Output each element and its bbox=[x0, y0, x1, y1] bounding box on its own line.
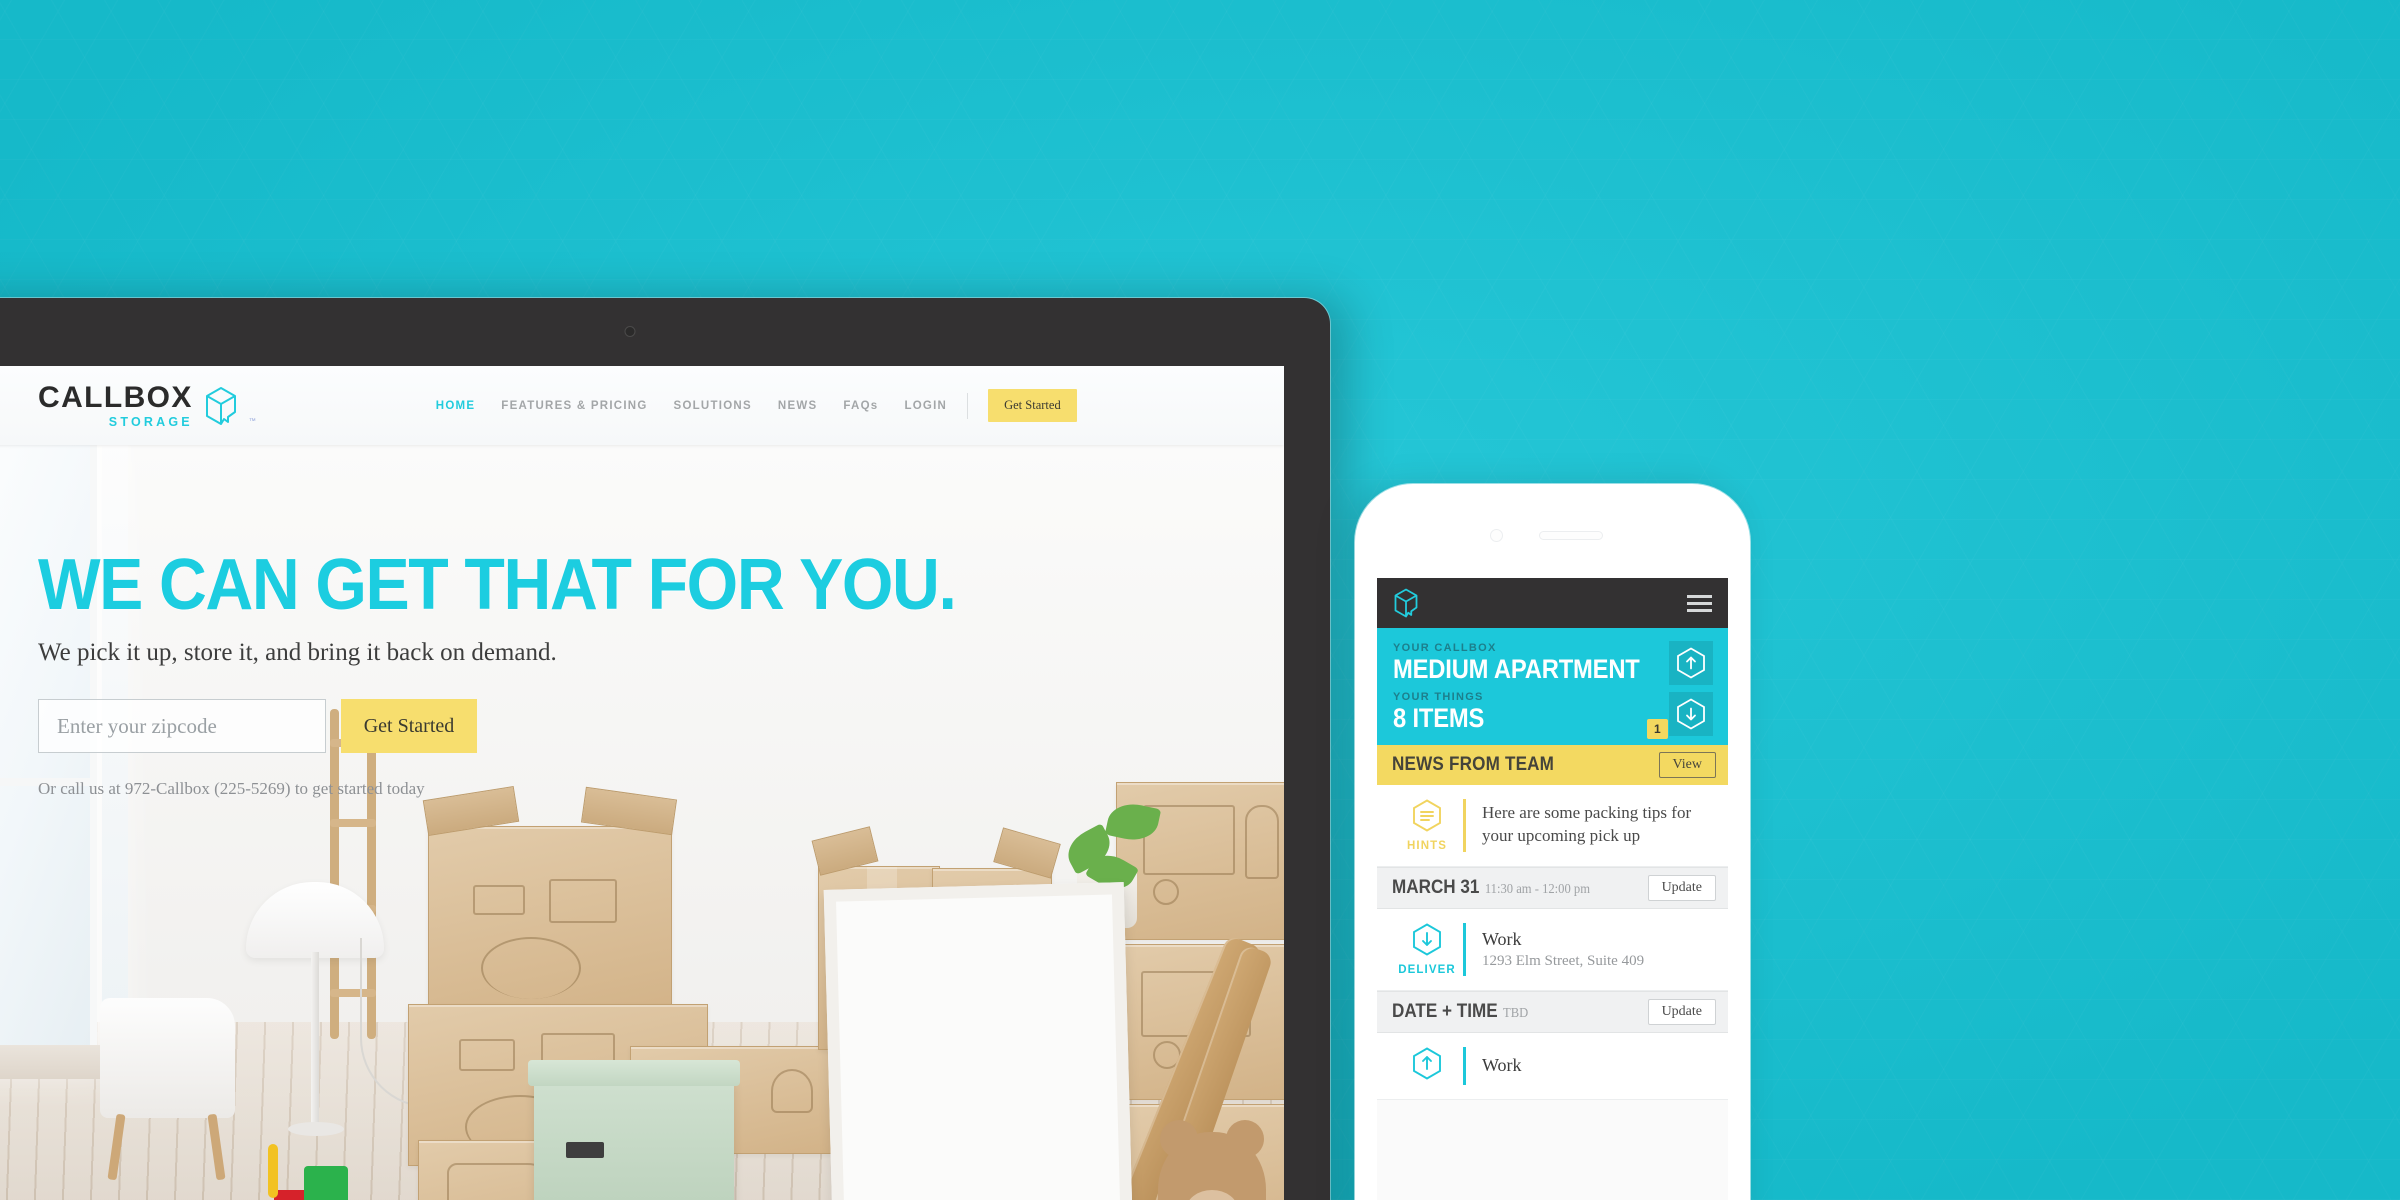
nav-get-started-button[interactable]: Get Started bbox=[988, 389, 1077, 422]
hex-arrow-down-button[interactable]: 1 bbox=[1647, 692, 1713, 739]
news-hint-row[interactable]: HINTS Here are some packing tips for you… bbox=[1377, 784, 1728, 867]
laptop-device-mockup: CALLBOX STORAGE ™ HOME FEATURES & PRICIN… bbox=[0, 298, 1330, 1200]
row-separator bbox=[1463, 922, 1466, 976]
hints-icon-group: HINTS bbox=[1391, 799, 1463, 852]
section-date: MARCH 31 bbox=[1392, 876, 1480, 898]
row-separator bbox=[1463, 798, 1466, 852]
nav-links: HOME FEATURES & PRICING SOLUTIONS NEWS F… bbox=[436, 400, 947, 412]
your-callbox-label: YOUR CALLBOX bbox=[1393, 642, 1497, 654]
hero-copy: WE CAN GET THAT FOR YOU. We pick it up, … bbox=[38, 545, 1035, 799]
hint-text: Here are some packing tips for your upco… bbox=[1482, 803, 1692, 846]
hex-arrow-up-icon bbox=[1413, 1047, 1441, 1080]
nav-link-login[interactable]: LOGIN bbox=[904, 400, 947, 412]
section-bar-march-31: MARCH 31 11:30 am - 12:00 pm Update bbox=[1377, 866, 1728, 909]
phone-screen: YOUR CALLBOX MEDIUM APARTMENT YOUR THING… bbox=[1377, 578, 1728, 1200]
app-top-bar bbox=[1377, 578, 1728, 628]
pending-count-badge: 1 bbox=[1647, 719, 1668, 739]
news-title: NEWS FROM TEAM bbox=[1392, 753, 1555, 775]
update-button[interactable]: Update bbox=[1647, 998, 1716, 1025]
brand-name: CALLBOX bbox=[38, 380, 193, 414]
location-name: Work bbox=[1482, 1055, 1522, 1076]
news-view-button[interactable]: View bbox=[1658, 751, 1716, 778]
hero-section: WE CAN GET THAT FOR YOU. We pick it up, … bbox=[0, 445, 1284, 1200]
hero-phone-note: Or call us at 972-Callbox (225-5269) to … bbox=[38, 779, 425, 799]
phone-camera-icon bbox=[1489, 529, 1503, 542]
deliver-label: DELIVER bbox=[1398, 963, 1456, 976]
nav-link-solutions[interactable]: SOLUTIONS bbox=[674, 400, 752, 412]
hint-body: Here are some packing tips for your upco… bbox=[1482, 802, 1714, 848]
news-from-team-bar: NEWS FROM TEAM View bbox=[1377, 744, 1728, 785]
phone-speaker-grille bbox=[1538, 531, 1603, 540]
section-time: TBD bbox=[1503, 1005, 1529, 1021]
teddy-bear bbox=[1158, 1120, 1266, 1200]
brand-subtitle: STORAGE bbox=[108, 414, 193, 429]
nav-divider bbox=[967, 392, 969, 419]
row-separator bbox=[1463, 1046, 1466, 1085]
cube-box-logo-icon bbox=[205, 387, 236, 426]
your-callbox-panel: YOUR CALLBOX MEDIUM APARTMENT YOUR THING… bbox=[1377, 628, 1728, 745]
hex-arrow-down-icon bbox=[1677, 698, 1705, 730]
green-storage-bin bbox=[528, 1060, 740, 1200]
nav-link-home[interactable]: HOME bbox=[436, 400, 476, 412]
your-things-label: YOUR THINGS bbox=[1393, 691, 1484, 704]
section-title: DATE + TIME TBD bbox=[1392, 1001, 1528, 1023]
pickup-row[interactable]: Work bbox=[1377, 1032, 1728, 1100]
section-title: MARCH 31 11:30 am - 12:00 pm bbox=[1392, 877, 1590, 899]
hero-subtitle: We pick it up, store it, and bring it ba… bbox=[38, 639, 557, 667]
hero-title: WE CAN GET THAT FOR YOU. bbox=[38, 545, 957, 625]
laptop-camera-icon bbox=[624, 326, 636, 337]
framed-canvas bbox=[823, 882, 1133, 1200]
site-navigation-bar: CALLBOX STORAGE ™ HOME FEATURES & PRICIN… bbox=[0, 366, 1284, 445]
section-time: 11:30 am - 12:00 pm bbox=[1484, 881, 1591, 897]
section-bar-date-time: DATE + TIME TBD Update bbox=[1377, 990, 1728, 1033]
cardboard-box bbox=[422, 786, 678, 1022]
hex-arrow-up-icon bbox=[1677, 647, 1705, 679]
hex-arrow-up-button[interactable] bbox=[1669, 641, 1713, 685]
hero-zipcode-form: Get Started bbox=[38, 699, 1035, 754]
hex-arrow-down-icon bbox=[1413, 923, 1441, 956]
hints-label: HINTS bbox=[1407, 839, 1447, 852]
your-callbox-value: MEDIUM APARTMENT bbox=[1393, 654, 1640, 684]
brand-logo[interactable]: CALLBOX STORAGE ™ bbox=[38, 380, 256, 429]
hamburger-menu-icon[interactable] bbox=[1687, 594, 1712, 612]
cube-box-logo-icon[interactable] bbox=[1393, 588, 1419, 618]
white-chair bbox=[100, 998, 235, 1181]
nav-link-faqs[interactable]: FAQs bbox=[843, 400, 878, 412]
phone-device-mockup: YOUR CALLBOX MEDIUM APARTMENT YOUR THING… bbox=[1355, 484, 1750, 1200]
nav-link-features[interactable]: FEATURES & PRICING bbox=[501, 400, 647, 412]
nav-link-news[interactable]: NEWS bbox=[778, 400, 818, 412]
callbox-action-buttons: 1 bbox=[1647, 641, 1713, 743]
location-name: Work bbox=[1482, 928, 1522, 949]
deliver-icon-group: DELIVER bbox=[1391, 923, 1463, 976]
pickup-icon-group bbox=[1391, 1047, 1463, 1085]
hex-hints-icon bbox=[1413, 799, 1441, 832]
hero-get-started-button[interactable]: Get Started bbox=[341, 699, 477, 754]
update-button[interactable]: Update bbox=[1647, 874, 1716, 901]
trademark-symbol: ™ bbox=[248, 418, 256, 426]
your-things-value: 8 ITEMS bbox=[1393, 703, 1485, 734]
zipcode-input[interactable] bbox=[38, 699, 326, 754]
location-address: 1293 Elm Street, Suite 409 bbox=[1482, 952, 1645, 969]
brand-wordmark: CALLBOX STORAGE bbox=[38, 380, 193, 429]
pickup-body: Work bbox=[1482, 1055, 1714, 1076]
laptop-screen: CALLBOX STORAGE ™ HOME FEATURES & PRICIN… bbox=[0, 366, 1284, 1200]
deliver-row[interactable]: DELIVER Work 1293 Elm Street, Suite 409 bbox=[1377, 908, 1728, 991]
section-date: DATE + TIME bbox=[1392, 1000, 1498, 1022]
deliver-body: Work 1293 Elm Street, Suite 409 bbox=[1482, 929, 1714, 970]
